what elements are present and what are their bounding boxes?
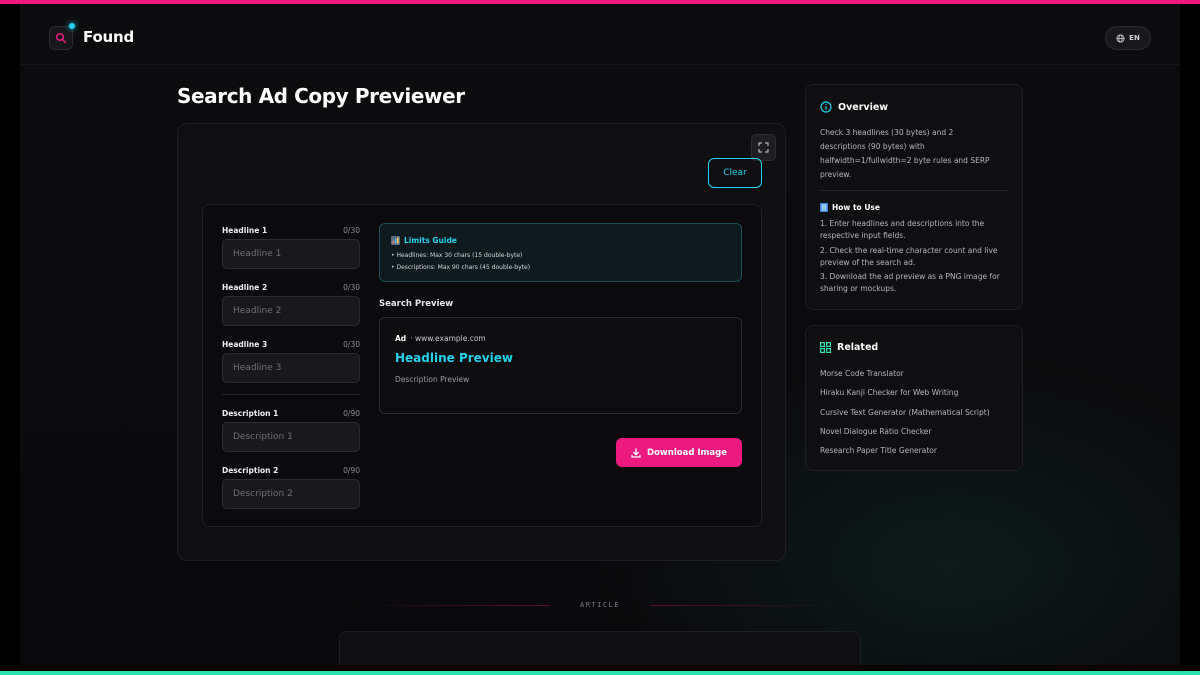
headline-2-input[interactable] <box>222 296 360 326</box>
description-2-count: 0/90 <box>343 466 360 475</box>
ad-description-preview: Description Preview <box>395 375 470 384</box>
limits-guide-title: Limits Guide <box>391 236 457 245</box>
limits-line-descriptions: • Descriptions: Max 90 chars (45 double-… <box>391 264 531 271</box>
search-preview: Ad · www.example.com Headline Preview Des… <box>379 317 742 414</box>
download-image-button[interactable]: Download Image <box>616 438 742 467</box>
related-link-hiraku[interactable]: Hiraku Kanji Checker for Web Writing <box>820 388 958 397</box>
description-2-input[interactable] <box>222 479 360 509</box>
related-title: Related <box>820 342 878 353</box>
bottom-accent-bar <box>0 671 1200 675</box>
article-divider-left <box>350 605 550 606</box>
description-1-label: Description 1 <box>222 409 279 418</box>
field-divider <box>222 394 360 395</box>
related-title-label: Related <box>837 342 879 353</box>
headline-3-label: Headline 3 <box>222 340 268 349</box>
description-1-input[interactable] <box>222 422 360 452</box>
expand-icon <box>758 142 769 153</box>
headline-2-label: Headline 2 <box>222 283 268 292</box>
description-1-count: 0/90 <box>343 409 360 418</box>
limits-guide: Limits Guide • Headlines: Max 30 chars (… <box>379 223 742 282</box>
logo-button[interactable] <box>49 26 73 50</box>
headline-1-count: 0/30 <box>343 226 360 235</box>
headline-3-count: 0/30 <box>343 340 360 349</box>
ad-url-line: Ad · www.example.com <box>395 334 486 343</box>
limits-guide-label: Limits Guide <box>404 236 457 245</box>
ad-url: · www.example.com <box>410 334 486 343</box>
download-icon <box>631 447 641 458</box>
book-icon <box>820 203 828 212</box>
how-to-use-label: How to Use <box>832 203 880 212</box>
app-frame: Found EN Search Ad Copy Previewer Clear … <box>20 4 1180 665</box>
search-preview-heading: Search Preview <box>379 299 454 309</box>
search-icon <box>55 32 67 44</box>
language-button[interactable]: EN <box>1105 26 1151 50</box>
article-card <box>339 631 861 665</box>
related-link-dialogue[interactable]: Novel Dialogue Ratio Checker <box>820 427 932 436</box>
related-link-cursive[interactable]: Cursive Text Generator (Mathematical Scr… <box>820 408 990 417</box>
description-2-label: Description 2 <box>222 466 279 475</box>
article-label: ARTICLE <box>579 601 620 609</box>
app-name[interactable]: Found <box>83 28 134 46</box>
related-card: Related Morse Code Translator Hiraku Kan… <box>805 325 1023 471</box>
how-to-step-1: 1. Enter headlines and descriptions into… <box>820 219 985 240</box>
headline-1-label: Headline 1 <box>222 226 268 235</box>
headline-1-input[interactable] <box>222 239 360 269</box>
overview-title: Overview <box>820 101 888 113</box>
tool-card: Clear Headline 1 0/30 Headline 2 0/30 He… <box>177 123 786 561</box>
info-icon <box>820 101 832 113</box>
page-title: Search Ad Copy Previewer <box>177 84 465 108</box>
headline-2-count: 0/30 <box>343 283 360 292</box>
how-to-use-title: How to Use <box>820 203 880 212</box>
how-to-step-2: 2. Check the real-time character count a… <box>820 246 998 267</box>
logo-status-dot <box>69 23 75 29</box>
article-divider-right <box>650 605 850 606</box>
site-header: Found EN <box>20 4 1180 65</box>
clear-button[interactable]: Clear <box>708 158 762 188</box>
ad-headline-preview: Headline Preview <box>395 351 513 365</box>
headline-3-input[interactable] <box>222 353 360 383</box>
related-link-morse[interactable]: Morse Code Translator <box>820 369 904 378</box>
chart-icon <box>391 236 400 245</box>
overview-divider <box>820 190 1009 191</box>
grid-icon <box>820 342 831 353</box>
limits-line-headlines: • Headlines: Max 30 chars (15 double-byt… <box>391 252 523 259</box>
editor-panel: Headline 1 0/30 Headline 2 0/30 Headline… <box>202 204 762 527</box>
overview-title-label: Overview <box>838 101 889 113</box>
how-to-step-3: 3. Download the ad preview as a PNG imag… <box>820 272 1000 293</box>
download-label: Download Image <box>647 447 727 458</box>
fullscreen-button[interactable] <box>751 134 776 161</box>
globe-icon <box>1116 33 1125 43</box>
overview-text: Check 3 headlines (30 bytes) and 2 descr… <box>820 128 990 179</box>
ad-tag: Ad <box>395 334 407 343</box>
language-label: EN <box>1129 34 1140 42</box>
related-link-paper-title[interactable]: Research Paper Title Generator <box>820 446 937 455</box>
overview-card: Overview Check 3 headlines (30 bytes) an… <box>805 84 1023 310</box>
